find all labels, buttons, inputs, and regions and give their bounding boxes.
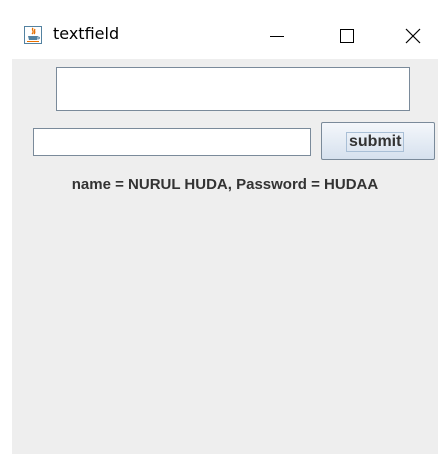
maximize-icon [340, 28, 354, 43]
java-cup-icon [24, 26, 42, 44]
close-button[interactable] [388, 12, 438, 59]
result-label: name = NURUL HUDA, Password = HUDAA [71, 176, 379, 193]
submit-button[interactable]: submit [321, 122, 435, 160]
maximize-button[interactable] [322, 12, 372, 59]
submit-button-label: submit [346, 132, 405, 152]
close-icon [405, 28, 421, 43]
title-bar[interactable]: textfield [12, 12, 438, 59]
password-text-field[interactable] [33, 128, 311, 156]
name-text-field[interactable] [56, 67, 410, 111]
window-title: textfield [53, 24, 120, 43]
minimize-icon [270, 35, 284, 37]
minimize-button[interactable] [252, 12, 302, 59]
app-window: textfield submit name = NURUL HUDA, Pass… [12, 12, 438, 454]
